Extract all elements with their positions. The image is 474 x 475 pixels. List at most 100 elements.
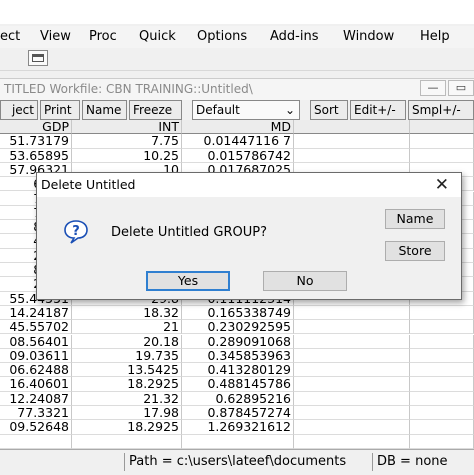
table-cell[interactable]: 21.32 [72, 391, 182, 406]
dialog-name-button[interactable]: Name [385, 209, 445, 229]
table-cell[interactable] [294, 406, 410, 421]
table-cell[interactable]: 0.015786742 [182, 148, 294, 163]
menu-view[interactable]: View [40, 29, 71, 44]
table-cell[interactable] [410, 420, 474, 435]
sort-button[interactable]: Sort [310, 100, 348, 120]
table-cell[interactable]: 7.75 [72, 134, 182, 149]
group-window-titlebar: TITLED Workfile: CBN TRAINING::Untitled\ [0, 78, 474, 100]
table-cell[interactable] [410, 148, 474, 163]
table-cell[interactable]: 10.25 [72, 148, 182, 163]
maximize-icon[interactable]: ▭ [448, 80, 474, 96]
minimize-icon[interactable]: — [420, 80, 446, 96]
table-cell[interactable]: 77.3321 [0, 406, 72, 421]
table-cell[interactable] [410, 334, 474, 349]
table-cell[interactable] [294, 134, 410, 149]
smpl-toggle-button[interactable]: Smpl+/- [408, 100, 474, 120]
main-toolbar [0, 48, 474, 71]
table-cell[interactable] [294, 363, 410, 378]
table-cell[interactable] [294, 377, 410, 392]
table-cell[interactable] [410, 348, 474, 364]
menu-proc[interactable]: Proc [89, 29, 117, 44]
table-cell[interactable]: 0.01447116 7 [182, 134, 294, 149]
header-row: GDP INT MD [0, 120, 474, 135]
table-cell[interactable]: 16.40601 [0, 377, 72, 392]
object-button[interactable]: ject [0, 100, 38, 120]
table-cell[interactable]: 0.165338749 [182, 305, 294, 321]
table-cell[interactable] [294, 148, 410, 163]
table-cell[interactable] [410, 320, 474, 335]
close-icon[interactable]: ✕ [435, 175, 449, 195]
table-cell[interactable]: 51.73179 [0, 134, 72, 149]
column-header-empty [294, 120, 410, 135]
menu-object[interactable]: ect [0, 29, 20, 44]
status-path: Path = c:\users\lateef\documents [124, 453, 369, 471]
name-button[interactable]: Name [82, 100, 127, 120]
table-cell[interactable]: 09.03611 [0, 348, 72, 364]
table-cell[interactable]: 09.52648 [0, 420, 72, 435]
column-header-gdp[interactable]: GDP [0, 120, 72, 135]
table-cell[interactable] [410, 134, 474, 149]
edit-toggle-button[interactable]: Edit+/- [350, 100, 406, 120]
table-cell[interactable]: 0.62895216 [182, 391, 294, 406]
table-cell[interactable]: 0.230292595 [182, 320, 294, 335]
table-cell[interactable]: 45.55702 [0, 320, 72, 335]
table-cell[interactable]: 12.24087 [0, 391, 72, 406]
table-cell[interactable]: 1.269321612 [182, 420, 294, 435]
table-cell[interactable]: 18.32 [72, 305, 182, 321]
table-row: 51.73179 7.75 0.01447116 7 [0, 134, 474, 149]
column-header-md[interactable]: MD [182, 120, 294, 135]
yes-button[interactable]: Yes [146, 271, 230, 291]
menu-help[interactable]: Help [420, 29, 450, 44]
delete-confirm-dialog: Delete Untitled ✕ ? Delete Untitled GROU… [36, 172, 462, 300]
display-format-value: Default [196, 103, 240, 117]
column-header-int[interactable]: INT [72, 120, 182, 135]
menu-options[interactable]: Options [197, 29, 247, 44]
table-row: 45.55702 21 0.230292595 [0, 320, 474, 335]
table-cell[interactable]: 20.18 [72, 334, 182, 349]
table-row: 09.52648 18.2925 1.269321612 [0, 420, 474, 435]
menu-bar: ect View Proc Quick Options Add-ins Wind… [0, 26, 474, 48]
table-cell[interactable]: 21 [72, 320, 182, 335]
table-cell[interactable]: 0.345853963 [182, 348, 294, 364]
table-cell[interactable] [410, 363, 474, 378]
table-cell[interactable]: 06.62488 [0, 363, 72, 378]
table-cell[interactable]: 0.413280129 [182, 363, 294, 378]
table-cell[interactable]: 19.735 [72, 348, 182, 364]
table-cell[interactable] [182, 434, 294, 449]
dialog-title: Delete Untitled [41, 177, 136, 192]
table-cell[interactable] [410, 377, 474, 392]
table-cell[interactable]: 18.2925 [72, 377, 182, 392]
print-button[interactable]: Print [40, 100, 80, 120]
freeze-button[interactable]: Freeze [129, 100, 182, 120]
table-cell[interactable]: 08.56401 [0, 334, 72, 349]
table-cell[interactable] [72, 434, 182, 449]
table-cell[interactable] [294, 320, 410, 335]
table-cell[interactable]: 18.2925 [72, 420, 182, 435]
table-cell[interactable]: 14.24187 [0, 305, 72, 321]
table-cell[interactable]: 13.5425 [72, 363, 182, 378]
display-format-select[interactable]: Default ⌄ [192, 100, 300, 120]
table-cell[interactable] [410, 434, 474, 449]
table-cell[interactable] [294, 348, 410, 364]
dialog-store-button[interactable]: Store [385, 241, 445, 261]
table-cell[interactable] [294, 334, 410, 349]
table-cell[interactable]: 17.98 [72, 406, 182, 421]
table-cell[interactable] [410, 305, 474, 321]
table-cell[interactable]: 0.488145786 [182, 377, 294, 392]
table-cell[interactable] [294, 305, 410, 321]
menu-window[interactable]: Window [343, 29, 394, 44]
no-button[interactable]: No [263, 271, 347, 291]
table-cell[interactable]: 0.289091068 [182, 334, 294, 349]
table-row: 09.03611 19.735 0.345853963 [0, 348, 474, 364]
table-cell[interactable] [294, 391, 410, 406]
menu-add-ins[interactable]: Add-ins [270, 29, 318, 44]
menu-quick[interactable]: Quick [139, 29, 176, 44]
table-cell[interactable] [410, 391, 474, 406]
table-cell[interactable] [410, 406, 474, 421]
table-cell[interactable] [294, 420, 410, 435]
table-cell[interactable]: 0.878457274 [182, 406, 294, 421]
table-cell[interactable]: 53.65895 [0, 148, 72, 163]
table-cell[interactable] [0, 434, 72, 449]
table-cell[interactable] [294, 434, 410, 449]
window-icon[interactable] [28, 50, 48, 66]
